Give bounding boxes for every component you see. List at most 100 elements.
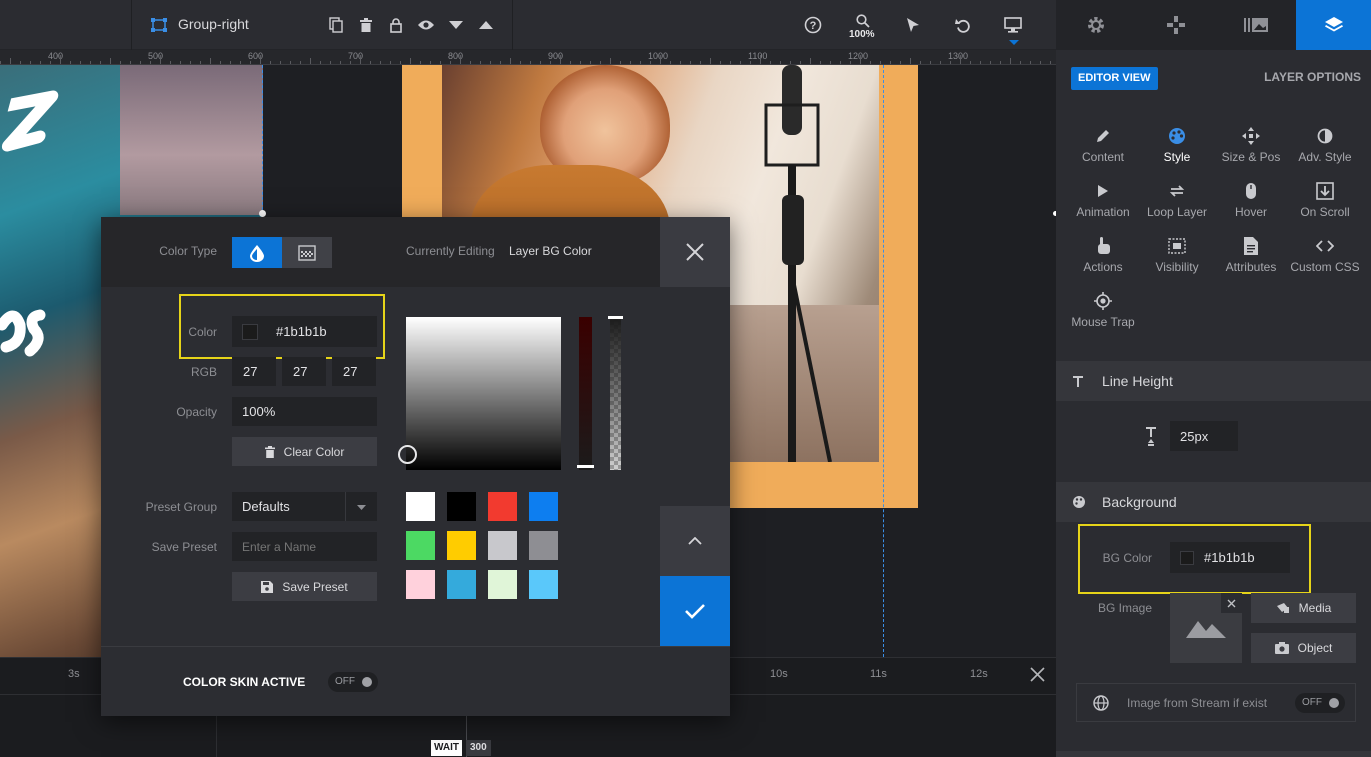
- stream-toggle[interactable]: OFF: [1295, 693, 1345, 713]
- saturation-brightness-picker[interactable]: [406, 317, 561, 470]
- ruler-tick: [900, 61, 901, 64]
- zoom-icon[interactable]: [853, 11, 873, 31]
- option-loop-layer[interactable]: Loop Layer: [1140, 181, 1214, 219]
- option-style[interactable]: Style: [1140, 126, 1214, 164]
- top-toolbar: Group-right ? 100%: [0, 0, 1056, 50]
- ruler-number: 1200: [848, 51, 869, 61]
- trash-icon[interactable]: [356, 15, 376, 35]
- preset-swatch[interactable]: [406, 531, 435, 560]
- hue-slider[interactable]: [579, 317, 592, 470]
- ruler-tick: [60, 55, 61, 64]
- option-label: Attributes: [1225, 260, 1277, 274]
- media-button[interactable]: Media: [1251, 593, 1356, 623]
- ruler-tick: [250, 61, 251, 64]
- option-content[interactable]: Content: [1066, 126, 1140, 164]
- preset-name-input[interactable]: [232, 532, 377, 561]
- guide-line: [883, 65, 884, 657]
- preset-swatch[interactable]: [529, 570, 558, 599]
- desktop-icon[interactable]: [1003, 15, 1023, 35]
- clear-color-button[interactable]: Clear Color: [232, 437, 377, 466]
- lock-icon[interactable]: [386, 15, 406, 35]
- gear-icon: [1088, 17, 1104, 33]
- group-name[interactable]: Group-right: [178, 16, 249, 32]
- wait-value[interactable]: 300: [466, 740, 491, 756]
- tab-layers[interactable]: [1296, 0, 1371, 50]
- apply-button[interactable]: [660, 576, 730, 646]
- option-label: Hover: [1234, 205, 1267, 219]
- close-timeline-icon[interactable]: [1030, 667, 1045, 682]
- option-attributes[interactable]: Attributes: [1214, 236, 1288, 274]
- line-height-section-header[interactable]: Line Height: [1056, 361, 1371, 401]
- close-button[interactable]: [660, 217, 730, 287]
- remove-image-icon[interactable]: [1221, 593, 1242, 613]
- undo-icon[interactable]: [953, 15, 973, 35]
- ruler-tick: [890, 61, 891, 64]
- hue-slider-handle[interactable]: [577, 465, 594, 468]
- solid-color-type-button[interactable]: [232, 237, 282, 268]
- timeline-marker: 11s: [870, 668, 887, 680]
- eye-icon[interactable]: [416, 15, 436, 35]
- option-visibility[interactable]: Visibility: [1140, 236, 1214, 274]
- opacity-input[interactable]: 100%: [232, 397, 377, 426]
- option-custom-css[interactable]: Custom CSS: [1288, 236, 1362, 274]
- tab-navigation[interactable]: [1136, 0, 1216, 50]
- option-animation[interactable]: Animation: [1066, 181, 1140, 219]
- ruler-tick: [840, 61, 841, 64]
- checkmark-icon: [685, 603, 705, 619]
- option-adv-style[interactable]: Adv. Style: [1288, 126, 1362, 164]
- green-input[interactable]: 27: [282, 357, 326, 386]
- preset-swatch[interactable]: [488, 492, 517, 521]
- blue-input[interactable]: 27: [332, 357, 376, 386]
- opacity-slider-handle[interactable]: [608, 316, 623, 319]
- tab-settings[interactable]: [1056, 0, 1136, 50]
- collapse-button[interactable]: [660, 506, 730, 576]
- ruler-tick: [670, 61, 671, 64]
- help-icon[interactable]: ?: [803, 15, 823, 35]
- chevron-up-icon[interactable]: [476, 15, 496, 35]
- ruler-tick: [480, 61, 481, 64]
- save-preset-label: Save Preset: [151, 540, 217, 554]
- duplicate-icon[interactable]: [326, 15, 346, 35]
- preset-swatch[interactable]: [406, 492, 435, 521]
- opacity-label: Opacity: [176, 405, 217, 419]
- preset-group-select[interactable]: Defaults: [232, 492, 377, 521]
- picker-handle[interactable]: [398, 445, 417, 464]
- preset-swatch[interactable]: [447, 570, 476, 599]
- option-hover[interactable]: Hover: [1214, 181, 1288, 219]
- save-preset-button[interactable]: Save Preset: [232, 572, 377, 601]
- editor-view-badge[interactable]: EDITOR VIEW: [1071, 67, 1158, 90]
- cursor-icon[interactable]: [903, 15, 923, 35]
- background-section-header[interactable]: Background: [1056, 482, 1371, 522]
- option-size-pos[interactable]: Size & Pos: [1214, 126, 1288, 164]
- ruler-tick: [720, 61, 721, 64]
- preset-swatch[interactable]: [529, 492, 558, 521]
- ruler-tick: [630, 61, 631, 64]
- chevron-down-icon[interactable]: [357, 505, 366, 510]
- color-type-label: Color Type: [159, 244, 217, 258]
- resize-handle[interactable]: [259, 210, 266, 217]
- preset-swatch[interactable]: [488, 531, 517, 560]
- ruler-tick: [10, 58, 11, 64]
- ruler-tick: [40, 61, 41, 64]
- gradient-color-type-button[interactable]: [282, 237, 332, 268]
- ruler-tick: [930, 61, 931, 64]
- preset-swatch[interactable]: [488, 570, 517, 599]
- line-height-input[interactable]: 25px: [1170, 421, 1238, 451]
- ruler-tick: [780, 61, 781, 64]
- preset-swatch[interactable]: [529, 531, 558, 560]
- preset-swatch[interactable]: [447, 492, 476, 521]
- object-button[interactable]: Object: [1251, 633, 1356, 663]
- option-on-scroll[interactable]: On Scroll: [1288, 181, 1362, 219]
- red-input[interactable]: 27: [232, 357, 276, 386]
- tab-slide[interactable]: [1216, 0, 1296, 50]
- ruler-tick: [100, 61, 101, 64]
- option-mouse-trap[interactable]: Mouse Trap: [1066, 291, 1140, 329]
- color-skin-toggle[interactable]: OFF: [328, 672, 378, 692]
- zoom-level[interactable]: 100%: [849, 29, 875, 40]
- preset-swatch[interactable]: [447, 531, 476, 560]
- preset-swatch[interactable]: [406, 570, 435, 599]
- option-actions[interactable]: Actions: [1066, 236, 1140, 274]
- chevron-down-icon[interactable]: [446, 15, 466, 35]
- opacity-slider[interactable]: [610, 317, 621, 470]
- ruler-tick: [770, 61, 771, 64]
